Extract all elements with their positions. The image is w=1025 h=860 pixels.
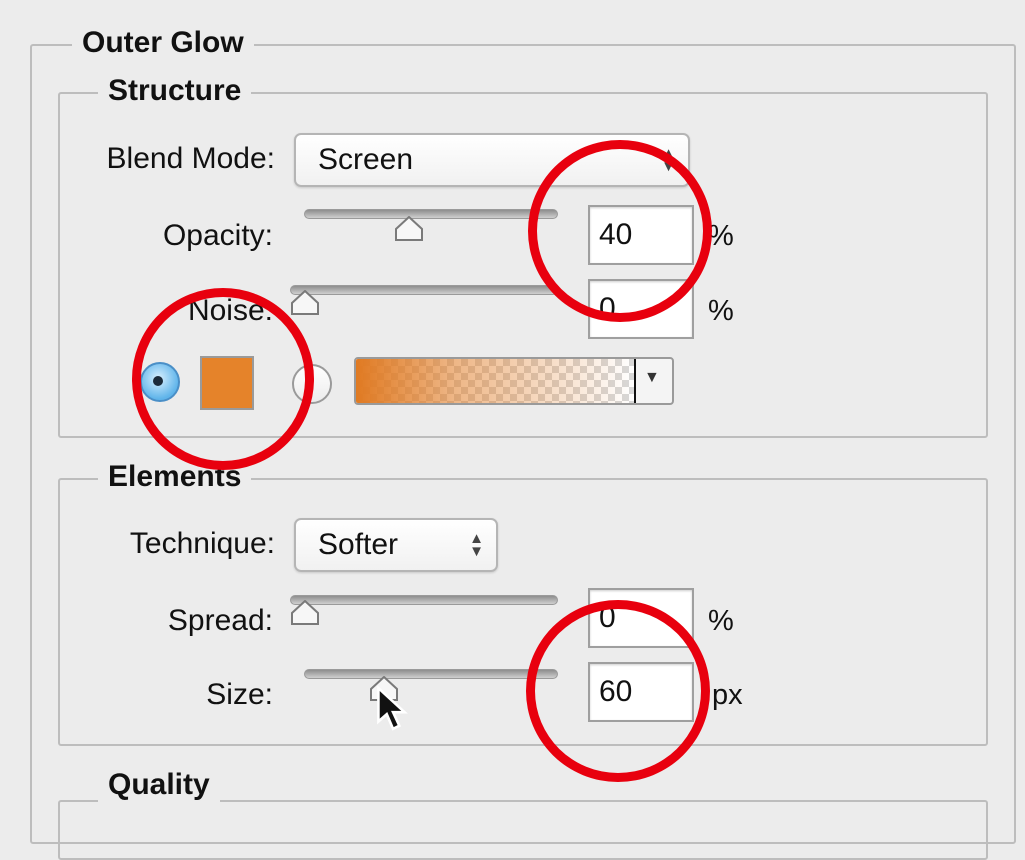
solid-color-radio[interactable]	[140, 362, 180, 402]
glow-color-swatch[interactable]	[200, 356, 254, 410]
noise-slider-track[interactable]	[290, 285, 558, 295]
technique-select[interactable]: Softer ▲ ▼	[294, 518, 498, 572]
noise-slider-thumb[interactable]	[290, 290, 320, 316]
blend-mode-select[interactable]: Screen ▲ ▼	[294, 133, 690, 187]
size-label: Size:	[206, 678, 273, 711]
outer-glow-title: Outer Glow	[72, 26, 254, 60]
noise-label: Noise:	[187, 294, 273, 327]
elements-title: Elements	[98, 460, 252, 494]
size-input[interactable]: 60	[588, 662, 694, 722]
opacity-slider-track[interactable]	[304, 209, 558, 219]
mouse-cursor-icon	[377, 686, 408, 731]
spread-slider-thumb[interactable]	[290, 600, 320, 626]
radio-selected-dot	[153, 376, 163, 386]
up-down-arrows-icon: ▲ ▼	[661, 145, 676, 175]
gradient-picker[interactable]: ▼	[354, 357, 674, 405]
quality-group	[58, 800, 988, 860]
blend-mode-value: Screen	[318, 143, 414, 176]
spread-slider-track[interactable]	[290, 595, 558, 605]
technique-value: Softer	[318, 528, 399, 561]
spread-label: Spread:	[167, 604, 273, 637]
opacity-unit: %	[708, 220, 734, 252]
noise-input[interactable]: 0	[588, 279, 694, 339]
gradient-radio[interactable]	[292, 364, 332, 404]
spread-unit: %	[708, 605, 734, 637]
size-unit: px	[712, 679, 743, 711]
dropdown-arrow-icon: ▼	[644, 369, 660, 386]
opacity-slider-thumb[interactable]	[394, 216, 424, 242]
gradient-preview	[356, 359, 636, 403]
opacity-label: Opacity:	[162, 219, 273, 252]
noise-unit: %	[708, 295, 734, 327]
up-down-arrows-icon: ▲ ▼	[469, 530, 484, 560]
technique-label: Technique:	[129, 527, 275, 560]
quality-title: Quality	[98, 768, 220, 802]
structure-title: Structure	[98, 74, 252, 108]
size-slider-track[interactable]	[304, 669, 558, 679]
blend-mode-label: Blend Mode:	[106, 142, 275, 175]
opacity-input[interactable]: 40	[588, 205, 694, 265]
spread-input[interactable]: 0	[588, 588, 694, 648]
